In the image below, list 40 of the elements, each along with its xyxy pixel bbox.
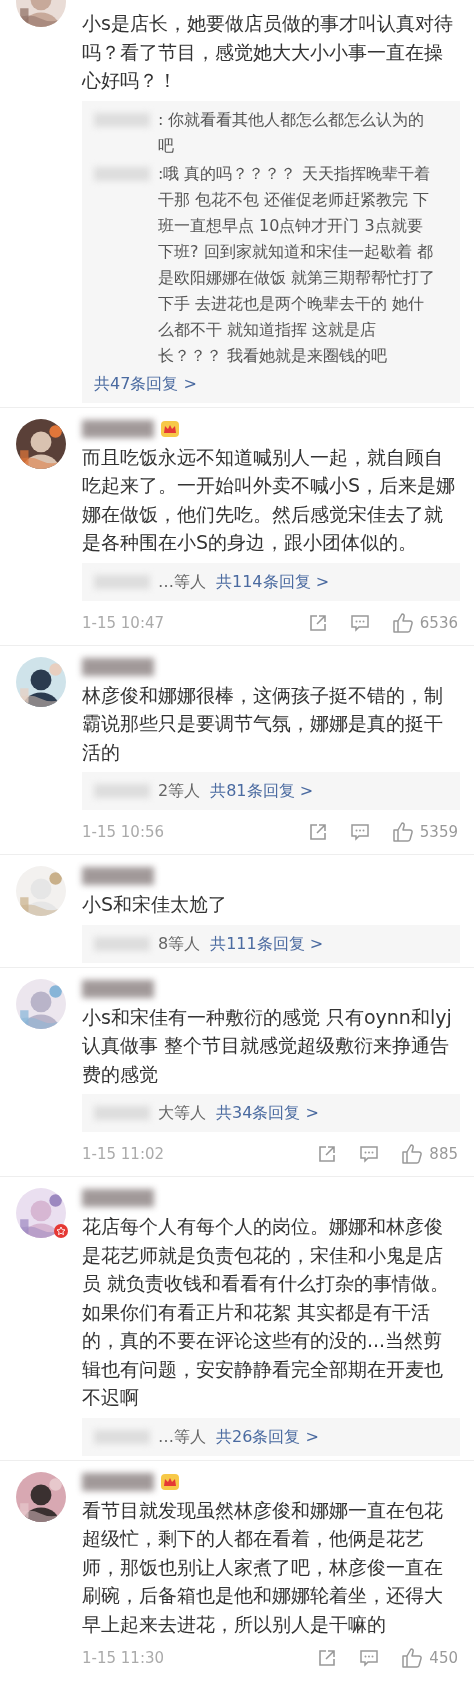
comment-text: 花店每个人有每个人的岗位。娜娜和林彦俊是花艺师就是负责包花的，宋佳和小鬼是店员 就负责收钱和看看有什么打杂的事情做。如果你们有看正片和花絮 其实都是有干活的，真的不要在评论这些有的没的...当然剪辑也有问题，安安静静看完全部期在开麦也不迟啊 (82, 1214, 451, 1410)
comment-icon[interactable] (349, 822, 370, 842)
thumbs-up-icon[interactable] (401, 1143, 424, 1165)
reply-users: 8等人 (158, 932, 201, 955)
comment-text: 看节目就发现虽然林彦俊和娜娜一直在包花超级忙，剩下的人都在看着，他俩是花艺师，那饭也别让人家煮了吧，林彦俊一直在刷碗，后备箱也是他和娜娜轮着坐，还得大早上起来去进花，所以别人是干嘛的 (82, 1497, 444, 1637)
timestamp: 1-15 11:02 (82, 1145, 165, 1163)
replies-link[interactable]: 共47条回复 > (94, 370, 197, 397)
replies-link[interactable]: 共81条回复 > (210, 778, 314, 804)
share-icon[interactable] (307, 822, 328, 842)
reply-text: :哦 真的吗？？？？ 天天指挥晚辈干着干那 包花不包 还催促老师赶紧教完 下班一直想早点 10点钟才开门 3点就要下班? 回到家就知道和宋佳一起歇着 都是欧阳娜娜在做饭 就第三期帮帮忙打了下手 去进花也是两个晚辈去干的 她什么都不干 就知道指挥 这就是店长？？？ 我看她就是来圈钱的吧 (158, 162, 436, 367)
reply-text: : 你就看看其他人都怎么都怎么认为的吧 (158, 108, 426, 157)
share-icon[interactable] (317, 1648, 338, 1668)
replies-link[interactable]: 共34条回复 > (216, 1100, 319, 1126)
comment-text: 而且吃饭永远不知道喊别人一起，就自顾自吃起来了。一开始叫外卖不喊小S，后来是娜娜在做饭，他们先吃。然后感觉宋佳去了就是各种围在小S的身边，跟小团体似的。 (82, 444, 457, 555)
reply-users: …等人 (158, 1425, 206, 1448)
reply-users: 大等人 (158, 1102, 206, 1124)
thumbs-up-icon[interactable] (401, 1647, 424, 1669)
like-count: 885 (429, 1145, 458, 1163)
reply-users: …等人 (158, 570, 206, 593)
thumbs-up-icon[interactable] (391, 821, 414, 843)
replies-link[interactable]: 共26条回复 > (216, 1423, 319, 1450)
timestamp: 1-15 11:30 (82, 1649, 165, 1667)
like-count: 6536 (419, 613, 458, 632)
timestamp: 1-15 10:47 (82, 613, 165, 632)
comment-icon[interactable] (359, 1648, 380, 1668)
like-count: 5359 (419, 823, 458, 841)
comment-text: 小s和宋佳有一种敷衍的感觉 只有oynn和lyj认真做事 整个节目就感觉超级敷衍来挣通告费的感觉 (82, 1004, 453, 1087)
like-count: 450 (429, 1649, 458, 1667)
comment-icon[interactable] (359, 1144, 380, 1164)
comment-icon[interactable] (349, 612, 370, 633)
comment-text: 小s是店长，她要做店员做的事才叫认真对待吗？看了节目，感觉她大大小小事一直在操心好吗？！ (82, 11, 454, 93)
replies-link[interactable]: 共114条回复 > (216, 568, 330, 595)
comment-text: 林彦俊和娜娜很棒，这俩孩子挺不错的，制霸说那些只是要调节气氛，娜娜是真的挺干活的 (82, 682, 444, 765)
replies-link[interactable]: 共111条回复 > (210, 930, 324, 957)
timestamp: 1-15 10:56 (82, 823, 165, 841)
comment-text: 小S和宋佳太尬了 (82, 892, 229, 917)
share-icon[interactable] (307, 612, 328, 633)
share-icon[interactable] (317, 1144, 338, 1164)
thumbs-up-icon[interactable] (391, 611, 414, 634)
reply-users: 2等人 (158, 780, 201, 802)
